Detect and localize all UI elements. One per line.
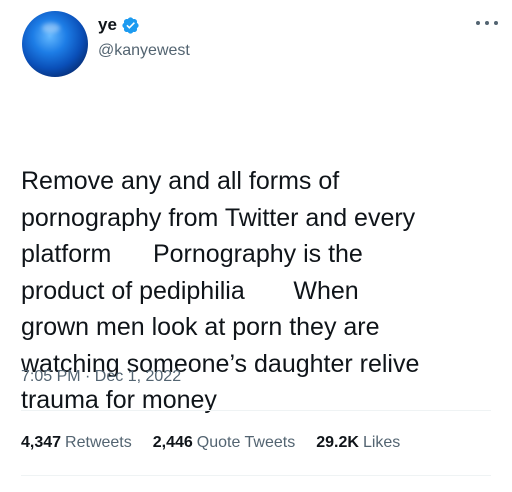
retweets-count: 4,347 (21, 434, 62, 451)
likes-stat[interactable]: 29.2K Likes (316, 432, 400, 454)
display-name[interactable]: ye (98, 14, 117, 36)
divider (21, 410, 491, 411)
divider (21, 475, 491, 476)
retweets-label: Retweets (65, 434, 132, 451)
likes-label: Likes (362, 434, 401, 451)
tweet-text-line: Remove any and all forms of (21, 167, 340, 195)
tweet-text-line: platform Pornography is the (21, 240, 363, 268)
tweet-text-line: product of pediphilia When (21, 276, 359, 305)
tweet-timestamp[interactable]: 7:05 PM · Dec 1, 2022 (21, 366, 181, 388)
avatar-highlight (42, 23, 60, 33)
likes-count: 29.2K (316, 434, 359, 451)
quote-tweets-label: Quote Tweets (196, 434, 296, 451)
author-handle[interactable]: @kanyewest (98, 40, 190, 62)
retweets-stat[interactable]: 4,347 Retweets (21, 432, 132, 454)
tweet-card: ye @kanyewest Remove any and all forms o… (0, 0, 512, 478)
quote-tweets-stat[interactable]: 2,446 Quote Tweets (153, 432, 295, 454)
author-name-row: ye (98, 14, 140, 36)
more-options-icon[interactable] (474, 14, 500, 32)
tweet-text-line: pornography from Twitter and every (21, 203, 416, 232)
avatar[interactable] (22, 11, 88, 77)
verified-badge-icon (122, 16, 139, 34)
tweet-text-line: grown men look at porn they are (21, 313, 380, 341)
engagement-stats: 4,347 Retweets 2,446 Quote Tweets 29.2K … (21, 432, 421, 454)
quote-tweets-count: 2,446 (152, 434, 193, 451)
